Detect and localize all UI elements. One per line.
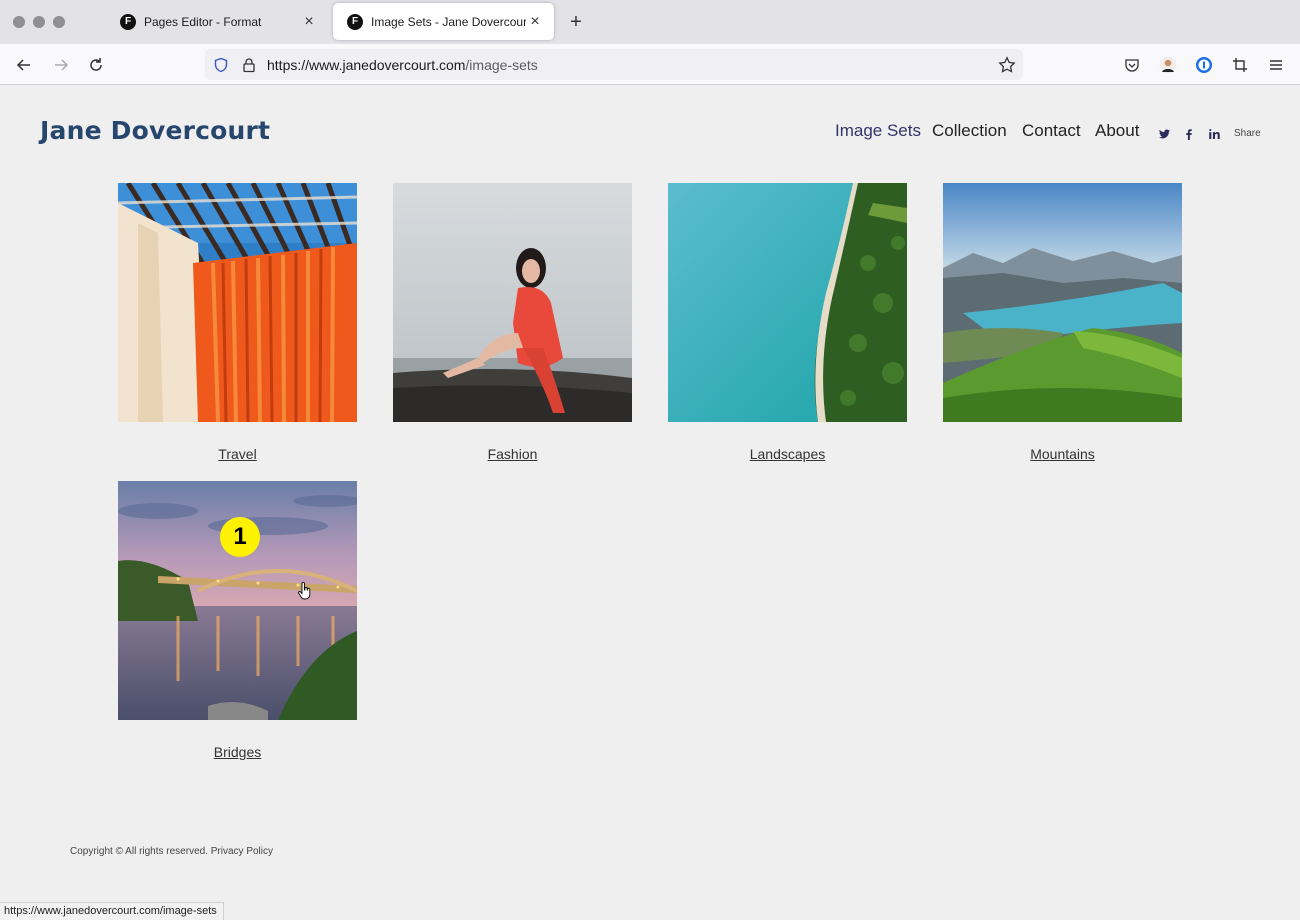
plus-icon[interactable]: + <box>564 10 588 34</box>
star-icon[interactable] <box>997 55 1017 75</box>
linkedin-icon[interactable] <box>1208 128 1220 140</box>
shield-icon[interactable] <box>211 55 231 75</box>
close-icon[interactable]: × <box>526 13 544 31</box>
tab-title: Pages Editor - Format <box>144 14 262 29</box>
window-zoom-button[interactable] <box>53 16 65 28</box>
account-avatar-icon[interactable] <box>1155 52 1181 78</box>
nav-collection[interactable]: Collection <box>932 121 1007 141</box>
password-manager-icon[interactable] <box>1191 52 1217 78</box>
gallery-image-landscapes[interactable] <box>668 183 907 422</box>
pocket-icon[interactable] <box>1119 52 1145 78</box>
tab-title: Image Sets - Jane Dovercourt <box>371 14 526 29</box>
share-link[interactable]: Share <box>1234 128 1261 139</box>
site-title[interactable]: Jane Dovercourt <box>40 116 270 145</box>
privacy-policy-link[interactable]: Privacy Policy <box>211 846 273 857</box>
gallery-image-fashion[interactable] <box>393 183 632 422</box>
format-favicon-icon: F <box>120 13 136 30</box>
footer-copyright: Copyright © All rights reserved. Privacy… <box>70 846 274 857</box>
gallery-image-travel[interactable] <box>118 183 357 422</box>
window-close-button[interactable] <box>13 16 25 28</box>
annotation-marker: 1 <box>220 517 260 557</box>
close-icon[interactable]: × <box>300 13 318 31</box>
extensions-icon[interactable] <box>1227 52 1253 78</box>
menu-icon[interactable] <box>1263 52 1289 78</box>
status-bar-url: https://www.janedovercourt.com/image-set… <box>0 902 224 920</box>
browser-tab-bar: F Pages Editor - Format × F Image Sets -… <box>0 0 1300 44</box>
url-text[interactable]: https://www.janedovercourt.com/image-set… <box>267 57 538 73</box>
nav-contact[interactable]: Contact <box>1022 121 1081 141</box>
reload-icon[interactable] <box>83 52 109 78</box>
tab-image-sets[interactable]: F Image Sets - Jane Dovercourt × <box>333 3 554 40</box>
gallery-label-fashion[interactable]: Fashion <box>393 446 632 462</box>
back-arrow-icon[interactable] <box>11 52 37 78</box>
lock-icon[interactable] <box>239 55 259 75</box>
nav-image-sets[interactable]: Image Sets <box>835 121 921 141</box>
gallery-label-travel[interactable]: Travel <box>118 446 357 462</box>
hand-cursor-icon <box>298 581 312 605</box>
facebook-icon[interactable] <box>1183 128 1195 140</box>
browser-toolbar: https://www.janedovercourt.com/image-set… <box>0 44 1300 85</box>
format-favicon-icon: F <box>347 13 363 30</box>
window-minimize-button[interactable] <box>33 16 45 28</box>
gallery-label-mountains[interactable]: Mountains <box>943 446 1182 462</box>
address-bar[interactable]: https://www.janedovercourt.com/image-set… <box>205 49 1023 80</box>
gallery-label-landscapes[interactable]: Landscapes <box>668 446 907 462</box>
forward-arrow-icon[interactable] <box>48 52 74 78</box>
gallery-label-bridges[interactable]: Bridges <box>118 744 357 760</box>
tab-pages-editor[interactable]: F Pages Editor - Format × <box>106 3 328 40</box>
nav-about[interactable]: About <box>1095 121 1139 141</box>
twitter-icon[interactable] <box>1158 128 1170 140</box>
gallery-image-mountains[interactable] <box>943 183 1182 422</box>
